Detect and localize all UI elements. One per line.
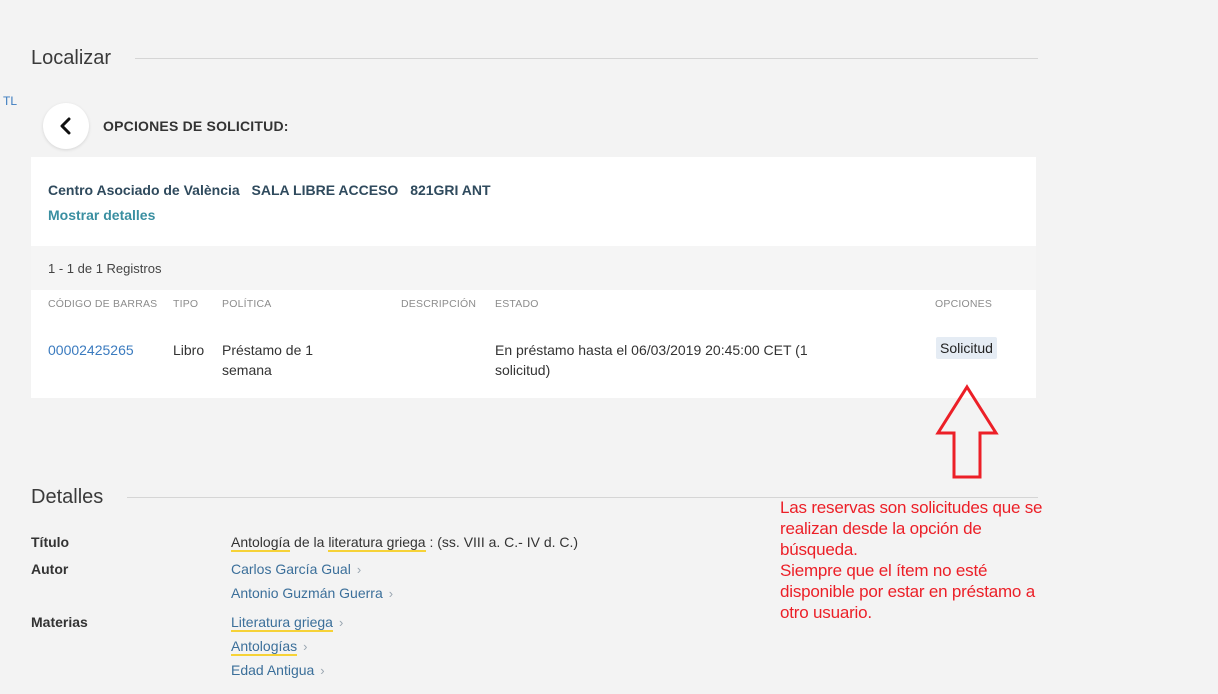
- subject-name: Antologías: [231, 638, 298, 656]
- truncated-edge-text: TL: [3, 94, 18, 108]
- status-line-2: solicitud): [495, 362, 551, 378]
- item-policy: Préstamo de 1 semana: [222, 340, 313, 380]
- request-button[interactable]: Solicitud: [936, 337, 997, 359]
- policy-line-1: Préstamo de 1: [222, 342, 314, 358]
- title-label: Título: [31, 534, 70, 550]
- annotation-line: disponible por estar en préstamo a: [780, 582, 1035, 601]
- location-line: Centro Asociado de València SALA LIBRE A…: [48, 182, 499, 198]
- library-name: Centro Asociado de València: [48, 182, 240, 198]
- chevron-right-icon: ›: [303, 639, 308, 654]
- chevron-left-icon: [60, 117, 71, 135]
- red-up-arrow-icon: [935, 384, 999, 479]
- annotation-line: Las reservas son solicitudes que se: [780, 498, 1043, 517]
- title-part-highlighted: literatura griega: [328, 534, 426, 552]
- author-name: Carlos García Gual: [231, 561, 351, 577]
- title-value: Antología de la literatura griega : (ss.…: [231, 534, 579, 552]
- section-divider: [135, 58, 1038, 59]
- column-header-barcode: CÓDIGO DE BARRAS: [48, 298, 158, 310]
- locate-section-title: Localizar: [31, 47, 112, 69]
- author-link[interactable]: Carlos García Gual ›: [231, 561, 361, 577]
- subject-name: Literatura griega: [231, 614, 333, 632]
- request-options-title: OPCIONES DE SOLICITUD:: [103, 118, 289, 134]
- column-header-status: ESTADO: [495, 298, 539, 310]
- annotation-line: realizan desde la opción de: [780, 519, 982, 538]
- annotation-line: búsqueda.: [780, 540, 858, 559]
- author-label: Autor: [31, 561, 69, 577]
- subjects-label: Materias: [31, 614, 88, 630]
- chevron-right-icon: ›: [320, 663, 325, 678]
- show-details-link[interactable]: Mostrar detalles: [48, 207, 155, 223]
- title-part: de la: [290, 534, 329, 550]
- column-header-options: OPCIONES: [935, 298, 993, 310]
- subject-link[interactable]: Antologías ›: [231, 638, 308, 656]
- item-status: En préstamo hasta el 06/03/2019 20:45:00…: [495, 340, 808, 380]
- annotation-note: Las reservas son solicitudes que se real…: [780, 497, 1120, 623]
- column-header-policy: POLÍTICA: [222, 298, 272, 310]
- details-section-title: Detalles: [31, 486, 104, 508]
- status-line-1: En préstamo hasta el 06/03/2019 20:45:00…: [495, 342, 808, 358]
- annotation-line: otro usuario.: [780, 603, 872, 622]
- barcode-link[interactable]: 00002425265: [48, 340, 134, 360]
- records-bar: 1 - 1 de 1 Registros: [31, 246, 1036, 290]
- records-count: 1 - 1 de 1 Registros: [48, 261, 162, 276]
- title-part-highlighted: Antología: [231, 534, 291, 552]
- policy-line-2: semana: [222, 362, 272, 378]
- author-name: Antonio Guzmán Guerra: [231, 585, 383, 601]
- collection-name: SALA LIBRE ACCESO: [251, 182, 399, 198]
- call-number: 821GRI ANT: [410, 182, 491, 198]
- chevron-right-icon: ›: [356, 562, 362, 577]
- column-header-type: TIPO: [173, 298, 199, 310]
- column-header-description: DESCRIPCIÓN: [401, 298, 477, 310]
- item-type: Libro: [173, 342, 205, 358]
- subject-link[interactable]: Literatura griega ›: [231, 614, 344, 632]
- subject-link[interactable]: Edad Antigua ›: [231, 662, 325, 678]
- author-link[interactable]: Antonio Guzmán Guerra ›: [231, 585, 393, 601]
- back-button[interactable]: [43, 103, 89, 149]
- title-part: : (ss. VIII a. C.- IV d. C.): [425, 534, 579, 550]
- holdings-card: Centro Asociado de València SALA LIBRE A…: [31, 157, 1036, 398]
- locate-section-header: Localizar: [31, 47, 1038, 70]
- chevron-right-icon: ›: [388, 586, 394, 601]
- subject-name: Edad Antigua: [231, 662, 315, 678]
- annotation-line: Siempre que el ítem no esté: [780, 561, 988, 580]
- chevron-right-icon: ›: [338, 615, 344, 630]
